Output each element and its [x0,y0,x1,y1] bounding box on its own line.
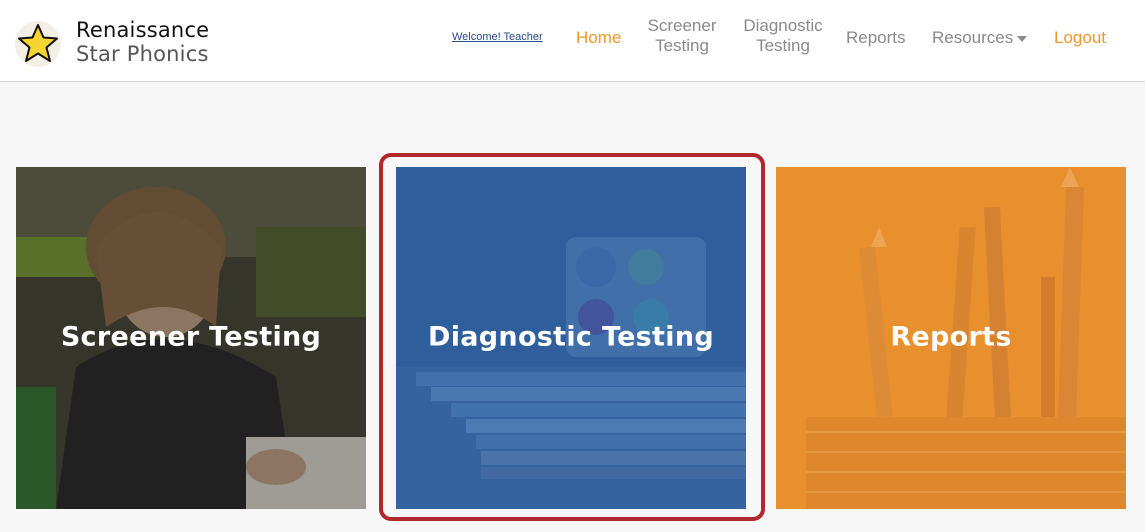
screener-testing-card[interactable]: Screener Testing [16,167,366,509]
nav-screener-line-1: Screener [647,16,717,35]
nav-resources-label: Resources [932,28,1014,47]
nav-screener-line-2: Testing [655,36,709,55]
brand-line-1: Renaissance [76,18,210,42]
welcome-user-link[interactable]: Welcome! Teacher [452,31,543,43]
card-title: Diagnostic Testing [428,321,714,353]
brand-logo[interactable]: Renaissance Star Phonics [14,16,234,68]
brand-line-2: Star Phonics [76,42,209,66]
brand-name: Renaissance Star Phonics [76,18,209,66]
nav-logout[interactable]: Logout [1054,28,1106,48]
nav-resources-dropdown[interactable]: Resources [932,28,1028,48]
card-title: Screener Testing [60,321,322,353]
caret-down-icon [1017,35,1028,42]
nav-home[interactable]: Home [576,28,621,48]
nav-reports[interactable]: Reports [846,28,906,48]
reports-card[interactable]: Reports [776,167,1126,509]
nav-diagnostic-line-2: Testing [756,36,810,55]
top-navbar: Renaissance Star Phonics Welcome! Teache… [0,0,1145,82]
nav-screener-testing[interactable]: Screener Testing [645,16,719,56]
diagnostic-testing-card[interactable]: Diagnostic Testing [396,167,746,509]
nav-diagnostic-line-1: Diagnostic [743,16,823,35]
star-icon [15,21,61,67]
nav-diagnostic-testing[interactable]: Diagnostic Testing [739,16,827,56]
card-title: Reports [890,321,1012,353]
